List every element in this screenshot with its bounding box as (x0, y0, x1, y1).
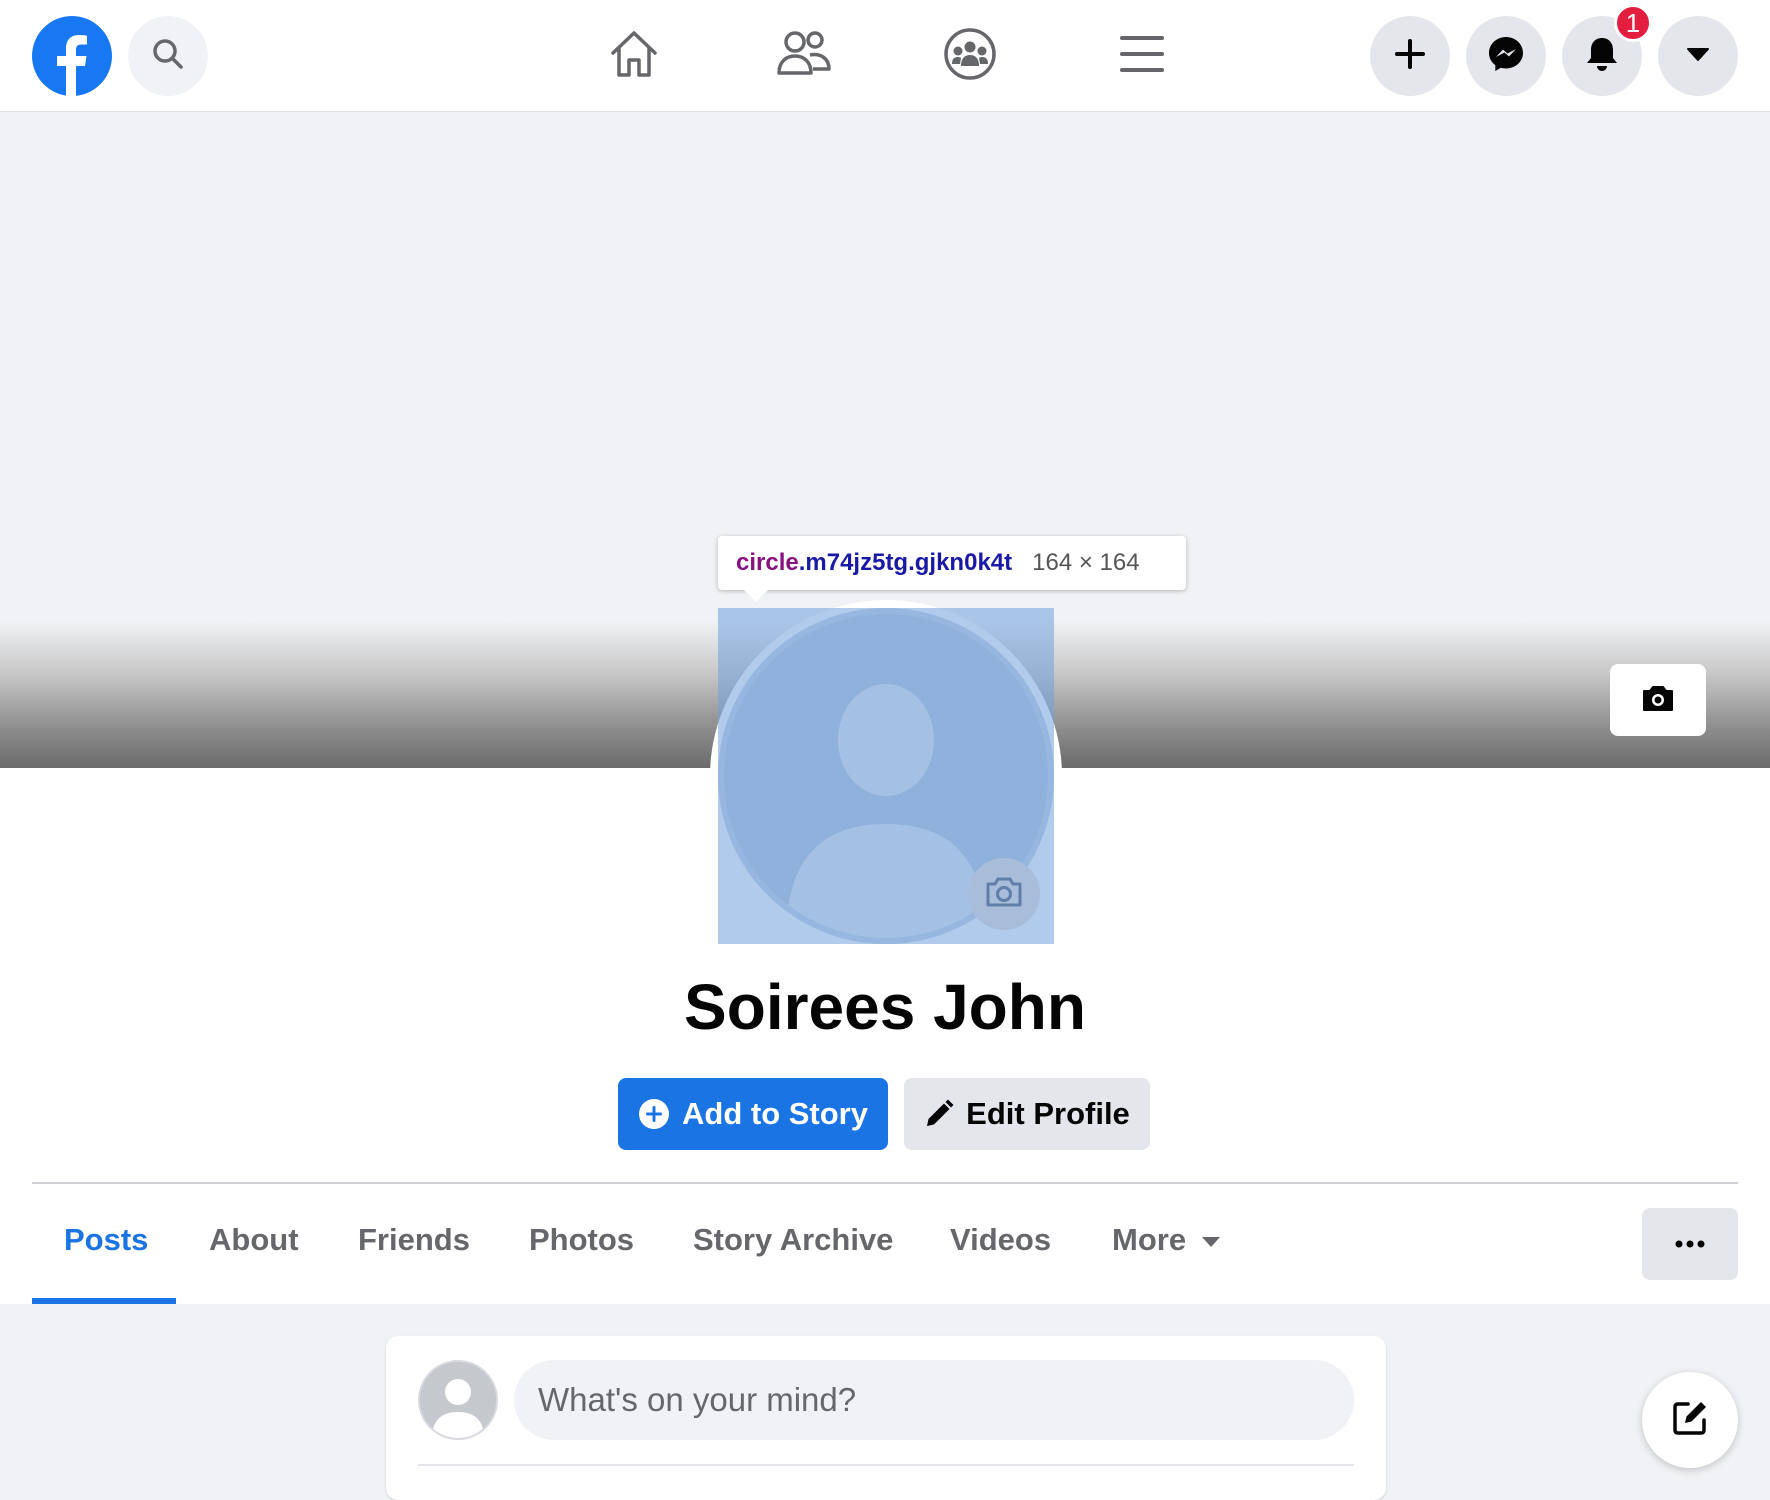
friends-nav-button[interactable] (776, 28, 832, 84)
post-composer: What's on your mind? (386, 1336, 1386, 1500)
composer-divider (418, 1464, 1354, 1466)
friends-icon (776, 27, 832, 86)
tab-friends[interactable]: Friends (358, 1222, 470, 1258)
profile-options-button[interactable] (1642, 1208, 1738, 1280)
whats-on-your-mind-input[interactable]: What's on your mind? (514, 1360, 1354, 1440)
edit-cover-photo-button[interactable] (1610, 664, 1706, 736)
tab-photos[interactable]: Photos (529, 1222, 634, 1258)
caret-down-icon (1686, 46, 1710, 67)
caret-down-icon (1202, 1236, 1221, 1247)
messenger-icon (1487, 35, 1525, 78)
camera-icon (1641, 684, 1675, 717)
compose-icon (1670, 1398, 1710, 1443)
search-button[interactable] (128, 16, 208, 96)
groups-icon (942, 26, 998, 87)
edit-profile-button[interactable]: Edit Profile (904, 1078, 1150, 1150)
search-icon (151, 37, 185, 76)
default-avatar-silhouette (420, 1362, 496, 1438)
inspector-tooltip-arrow (744, 590, 768, 602)
inspector-tooltip: circle .m74jz5tg.gjkn0k4t 164 × 164 (718, 536, 1186, 590)
tab-videos[interactable]: Videos (950, 1222, 1051, 1258)
new-message-button[interactable] (1642, 1372, 1738, 1468)
menu-nav-button[interactable] (1114, 28, 1170, 84)
home-icon (607, 27, 661, 86)
more-dots-icon (1675, 1235, 1705, 1253)
edit-profile-label: Edit Profile (966, 1096, 1130, 1131)
notification-badge: 1 (1614, 4, 1652, 42)
account-menu-button[interactable] (1658, 16, 1738, 96)
plus-circle-icon (638, 1098, 670, 1130)
create-button[interactable] (1370, 16, 1450, 96)
composer-avatar[interactable] (418, 1360, 498, 1440)
facebook-logo[interactable] (32, 16, 112, 96)
tab-story-archive[interactable]: Story Archive (693, 1222, 893, 1258)
inspector-size: 164 × 164 (1032, 549, 1140, 576)
active-tab-indicator (32, 1298, 176, 1304)
bell-icon (1585, 36, 1619, 77)
tab-more-label: More (1112, 1222, 1187, 1257)
tab-about[interactable]: About (209, 1222, 299, 1258)
inspector-tag: circle (736, 549, 799, 576)
top-navigation-bar: 1 (0, 0, 1770, 112)
home-nav-button[interactable] (606, 28, 662, 84)
tab-more[interactable]: More (1112, 1222, 1221, 1258)
profile-divider (32, 1182, 1738, 1184)
groups-nav-button[interactable] (942, 26, 998, 87)
tab-posts[interactable]: Posts (64, 1222, 148, 1258)
profile-name: Soirees John (684, 971, 1086, 1043)
menu-icon (1118, 32, 1166, 81)
pencil-icon (924, 1099, 954, 1129)
messenger-button[interactable] (1466, 16, 1546, 96)
edit-profile-picture-button[interactable] (968, 858, 1040, 930)
inspector-classes: .m74jz5tg.gjkn0k4t (798, 549, 1013, 576)
camera-icon (984, 875, 1024, 914)
plus-icon (1393, 37, 1427, 76)
add-to-story-button[interactable]: Add to Story (618, 1078, 888, 1150)
add-to-story-label: Add to Story (682, 1096, 868, 1131)
